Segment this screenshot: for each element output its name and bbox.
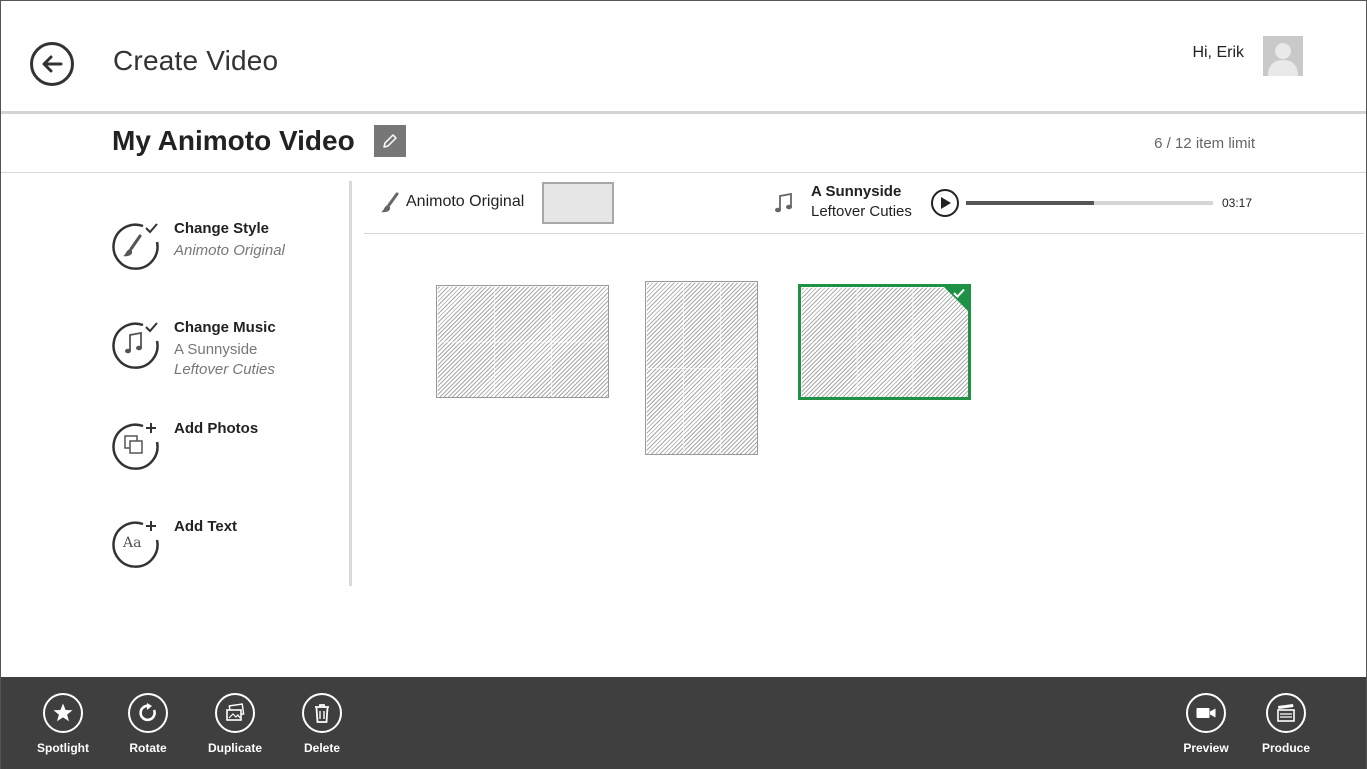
toolbar-divider [364, 233, 1364, 234]
sidebar-item-label: Add Photos [174, 420, 259, 437]
spotlight-button[interactable]: Spotlight [23, 693, 103, 765]
sidebar-item-change-style[interactable]: Change Style Animoto Original [110, 220, 340, 290]
current-song-artist: Leftover Cuties [174, 361, 275, 378]
produce-button[interactable]: Produce [1246, 693, 1326, 765]
duplicate-button-ring [215, 693, 255, 733]
music-progress-bar[interactable] [966, 201, 1213, 205]
brush-icon [112, 223, 159, 270]
music-note-icon [775, 192, 792, 213]
current-style: Animoto Original [174, 242, 285, 259]
play-icon [941, 197, 951, 209]
song-artist: Leftover Cuties [811, 203, 912, 220]
delete-button[interactable]: Delete [282, 693, 362, 765]
back-button[interactable] [30, 42, 74, 86]
style-thumbnail[interactable] [542, 182, 614, 224]
edit-title-button[interactable] [374, 125, 406, 157]
sidebar-item-label: Change Style [174, 220, 270, 237]
project-title: My Animoto Video [112, 125, 355, 156]
photo-thumbnail-selected[interactable] [798, 284, 971, 400]
trash-icon [315, 704, 329, 723]
song-duration: 03:17 [1222, 196, 1253, 210]
music-progress-fill [966, 201, 1095, 205]
sidebar-item-change-music[interactable]: Change Music A Sunnyside Leftover Cuties [110, 319, 340, 389]
page-title: Create Video [113, 45, 279, 76]
star-icon [53, 703, 73, 722]
style-name: Animoto Original [406, 193, 525, 210]
video-camera-icon [1196, 708, 1216, 718]
preview-button[interactable]: Preview [1166, 693, 1246, 765]
preview-label: Preview [1183, 741, 1229, 755]
add-text-icon-glyph: Aa [122, 535, 141, 551]
song-title: A Sunnyside [811, 183, 902, 200]
sidebar-item-add-photos[interactable]: Add Photos [110, 420, 340, 490]
checkmark-icon [953, 288, 965, 298]
pencil-icon [383, 134, 397, 148]
spotlight-label: Spotlight [37, 741, 89, 755]
user-greeting: Hi, Erik [1192, 44, 1244, 61]
app-bar: Spotlight Rotate Duplicate Delete Previe… [1, 677, 1366, 769]
sidebar-item-add-text[interactable]: Aa Add Text [110, 518, 340, 588]
item-limit: 6 / 12 item limit [1154, 135, 1255, 152]
clapperboard-icon [1277, 704, 1295, 722]
spotlight-button-ring [43, 693, 83, 733]
rotate-icon [139, 703, 156, 722]
rotate-button[interactable]: Rotate [108, 693, 188, 765]
back-arrow-icon [42, 55, 63, 73]
photo-thumbnail[interactable] [436, 285, 609, 398]
avatar[interactable] [1263, 36, 1303, 76]
photo-thumbnail[interactable] [645, 281, 758, 455]
brush-icon [381, 192, 399, 213]
current-song-title: A Sunnyside [174, 341, 258, 358]
sidebar: Change Style Animoto Original Change Mus… [0, 173, 352, 588]
produce-button-ring [1266, 693, 1306, 733]
sidebar-item-label: Add Text [174, 518, 238, 535]
delete-label: Delete [303, 741, 341, 755]
header: Create Video Hi, Erik [0, 0, 1367, 112]
music-note-icon [112, 322, 159, 369]
header-divider [1, 111, 1366, 114]
duplicate-button[interactable]: Duplicate [195, 693, 275, 765]
add-photos-icon [112, 423, 159, 470]
duplicate-label: Duplicate [207, 741, 262, 755]
rotate-label: Rotate [129, 741, 167, 755]
play-button[interactable] [931, 189, 959, 217]
sidebar-item-label: Change Music [174, 319, 276, 336]
sidebar-divider [349, 181, 352, 586]
delete-button-ring [302, 693, 342, 733]
add-text-icon: Aa [112, 521, 159, 568]
preview-button-ring [1186, 693, 1226, 733]
rotate-button-ring [128, 693, 168, 733]
produce-label: Produce [1261, 741, 1310, 755]
duplicate-icon [226, 703, 245, 721]
user-silhouette-icon [1268, 43, 1298, 76]
